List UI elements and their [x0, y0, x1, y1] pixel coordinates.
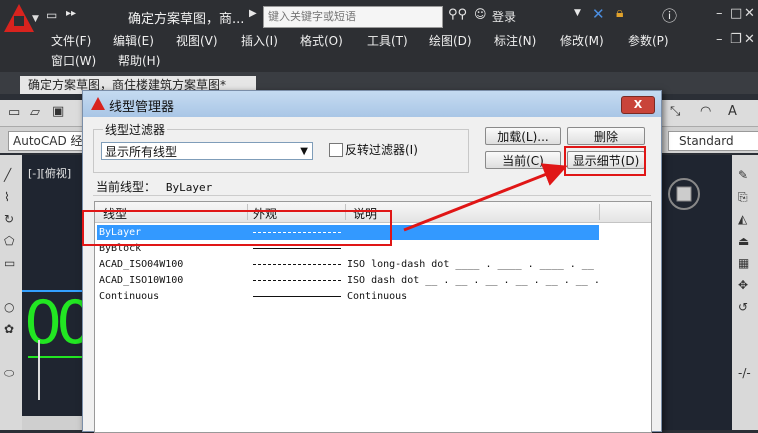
linetype-appearance — [253, 248, 341, 249]
window-title: 确定方案草图，商... — [128, 12, 245, 27]
dimension-icon[interactable]: ⤡ — [670, 104, 680, 119]
quick-access-expand-icon[interactable]: ▸▸ — [66, 8, 76, 19]
dropdown-icon[interactable]: ▼ — [574, 8, 581, 18]
trim-icon[interactable]: -/- — [738, 366, 751, 380]
binoculars-icon[interactable]: ⚲⚲ — [448, 7, 467, 22]
lock-icon[interactable]: 🔒︎ — [616, 5, 623, 21]
linetype-description: Continuous — [347, 291, 408, 302]
ellipse-icon[interactable]: ⬭ — [4, 366, 14, 381]
text-icon[interactable]: A — [728, 104, 737, 119]
polygon-icon[interactable]: ⬠ — [4, 234, 14, 248]
login-link[interactable]: 登录 — [492, 8, 516, 25]
move-icon[interactable]: ✥ — [738, 278, 748, 292]
menu-item-9[interactable]: 参数(P) — [628, 32, 669, 49]
menu-item-6[interactable]: 绘图(D) — [429, 32, 472, 49]
linetype-name: Continuous — [99, 291, 160, 302]
linetype-name: ACAD_ISO04W100 — [99, 259, 184, 270]
linetype-row[interactable]: ACAD_ISO04W100 ISO long-dash dot ____ . _… — [97, 257, 599, 272]
drawing-text: 00 — [24, 288, 94, 358]
current-linetype-value: ByLayer — [165, 181, 213, 194]
arc-draw-icon[interactable]: ↻ — [4, 212, 14, 226]
cloud-icon[interactable]: ✿ — [4, 322, 14, 336]
menu-item-7[interactable]: 标注(N) — [494, 32, 536, 49]
exchange-icon[interactable]: ✕ — [592, 5, 605, 23]
search-input[interactable] — [264, 7, 442, 25]
text-style-combo[interactable]: Standard — [668, 131, 758, 151]
mirror-icon[interactable]: ◭ — [738, 212, 747, 226]
viewcube-icon[interactable] — [665, 164, 703, 220]
title-arrow-icon[interactable]: ▶ — [249, 8, 257, 19]
copy-icon[interactable]: ⎘ — [738, 190, 748, 205]
linetype-description: ISO dash dot __ . __ . __ . __ . __ . __… — [347, 275, 600, 286]
linetype-name: ACAD_ISO10W100 — [99, 275, 184, 286]
ucs-icon — [38, 340, 40, 400]
open-icon[interactable]: ▱ — [30, 105, 40, 120]
linetype-appearance — [253, 280, 341, 281]
maximize-button[interactable]: □ — [730, 6, 742, 21]
array-icon[interactable]: ▦ — [738, 256, 749, 270]
dialog-title: 线型管理器 — [109, 100, 175, 115]
menu-item-8[interactable]: 修改(M) — [560, 32, 604, 49]
view-label[interactable]: [-][俯视] — [28, 165, 71, 181]
doc-close-button[interactable]: ✕ — [744, 32, 755, 47]
filter-select[interactable]: 显示所有线型 ▼ — [101, 142, 313, 160]
polyline-icon[interactable]: ⌇ — [4, 190, 10, 204]
linetype-row[interactable]: ACAD_ISO10W100 ISO dash dot __ . __ . __ … — [97, 273, 600, 288]
menu-item-row2-0[interactable]: 窗口(W) — [51, 52, 96, 69]
load-button[interactable]: 加载(L)... — [485, 127, 561, 145]
menu-item-2[interactable]: 视图(V) — [176, 32, 218, 49]
offset-icon[interactable]: ⏏ — [738, 234, 749, 248]
set-current-button[interactable]: 当前(C) — [485, 151, 561, 169]
menu-item-3[interactable]: 插入(I) — [241, 32, 278, 49]
highlight-box-button — [564, 146, 646, 176]
app-logo-icon[interactable]: ▼ — [0, 0, 39, 38]
line-icon[interactable]: ╱ — [4, 168, 11, 182]
help-icon[interactable]: ⓘ — [662, 5, 677, 26]
horizontal-scrollbar[interactable] — [22, 416, 82, 430]
menu-item-5[interactable]: 工具(T) — [367, 32, 408, 49]
circle-icon[interactable]: ○ — [4, 300, 14, 314]
rotate-icon[interactable]: ↺ — [738, 300, 748, 314]
menu-item-1[interactable]: 编辑(E) — [113, 32, 154, 49]
canvas-line — [28, 356, 82, 358]
filter-selected-value: 显示所有线型 — [105, 145, 178, 159]
linetype-row[interactable]: Continuous Continuous — [97, 289, 599, 304]
menu-item-row2-1[interactable]: 帮助(H) — [118, 52, 160, 69]
chevron-down-icon[interactable]: ▼ — [300, 143, 308, 161]
save-icon[interactable]: ▣ — [52, 104, 64, 119]
linetype-rows: ByLayer ByBlock ACAD_ISO04W100 ISO long-das… — [95, 222, 651, 422]
autocad-icon — [91, 97, 105, 110]
close-window-button[interactable]: ✕ — [744, 6, 755, 21]
current-linetype-label: 当前线型： — [96, 180, 157, 194]
user-icon[interactable]: ☺ — [474, 7, 487, 21]
new-icon[interactable]: ▭ — [8, 105, 20, 120]
menu-item-0[interactable]: 文件(F) — [51, 32, 91, 49]
arc-icon[interactable]: ◠ — [700, 104, 711, 119]
new-file-icon[interactable]: ▭ — [46, 8, 57, 22]
linetype-appearance — [253, 296, 341, 297]
filter-group-label: 线型过滤器 — [103, 121, 168, 138]
doc-minimize-button[interactable]: – — [716, 32, 723, 47]
delete-button[interactable]: 删除 — [567, 127, 645, 145]
invert-filter-label[interactable]: 反转过滤器(I) — [345, 141, 418, 158]
linetype-description: ISO long-dash dot ____ . ____ . ____ . _… — [347, 259, 594, 270]
highlight-box-row — [82, 210, 392, 246]
linetype-appearance — [253, 264, 341, 265]
minimize-button[interactable]: – — [716, 6, 723, 21]
doc-restore-button[interactable]: ❐ — [730, 32, 742, 47]
invert-filter-checkbox[interactable] — [329, 143, 343, 157]
linetype-manager-dialog: 线型管理器 X 线型过滤器 显示所有线型 ▼ 反转过滤器(I) 加载(L)...… — [82, 90, 662, 433]
menu-item-4[interactable]: 格式(O) — [300, 32, 343, 49]
close-icon[interactable]: X — [621, 96, 655, 114]
rectangle-icon[interactable]: ▭ — [4, 256, 15, 270]
search-box[interactable] — [263, 6, 443, 28]
pencil-icon[interactable]: ✎ — [738, 168, 748, 182]
column-divider[interactable] — [599, 204, 600, 220]
current-linetype: 当前线型： ByLayer — [96, 178, 212, 195]
